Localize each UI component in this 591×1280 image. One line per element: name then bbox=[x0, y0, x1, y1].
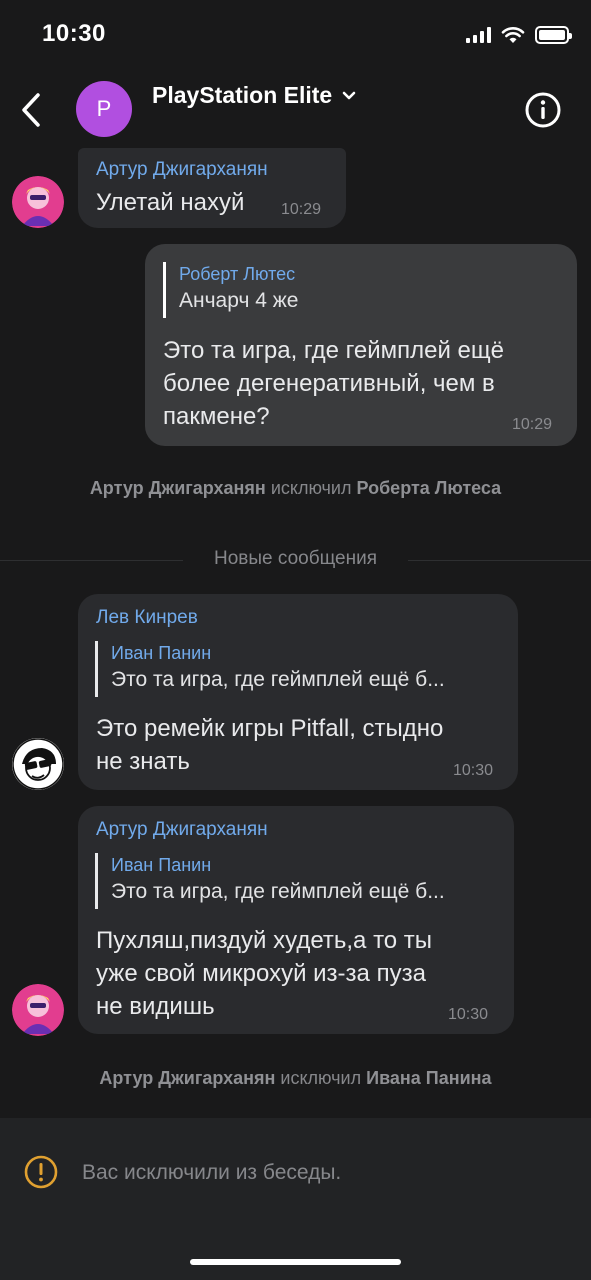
chat-footer: Вас исключили из беседы. bbox=[0, 1118, 591, 1280]
reply-text: Это та игра, где геймплей ещё б... bbox=[111, 668, 445, 691]
message-bubble[interactable]: Артур Джигарханян Улетай нахуй 10:29 bbox=[78, 148, 346, 228]
message-time: 10:29 bbox=[281, 201, 322, 218]
reply-quote[interactable]: Иван Панин Это та игра, где геймплей ещё… bbox=[95, 641, 500, 697]
message-bubble-outgoing[interactable]: Роберт Лютес Анчарч 4 же Это та игра, гд… bbox=[145, 244, 577, 446]
status-time: 10:30 bbox=[42, 20, 106, 47]
sender-name[interactable]: Артур Джигарханян bbox=[96, 159, 268, 181]
chat-title[interactable]: PlayStation Elite bbox=[152, 82, 356, 109]
status-bar: 10:30 bbox=[0, 0, 591, 70]
chat-title-text: PlayStation Elite bbox=[152, 82, 333, 108]
sunglasses-avatar-icon[interactable] bbox=[12, 738, 64, 790]
reply-author: Роберт Лютес bbox=[179, 264, 296, 284]
chevron-left-icon bbox=[22, 93, 40, 127]
service-message: Артур Джигарханян исключил Роберта Лютес… bbox=[89, 478, 502, 498]
message-time: 10:30 bbox=[453, 762, 494, 779]
reply-text: Анчарч 4 же bbox=[179, 289, 299, 312]
message-bubble[interactable]: Артур Джигарханян Иван Панин Это та игра… bbox=[78, 806, 514, 1034]
chat-header: P PlayStation Elite bbox=[0, 72, 591, 148]
message-bubble[interactable]: Лев Кинрев Иван Панин Это та игра, где г… bbox=[78, 594, 518, 790]
message-feed[interactable]: Артур Джигарханян Улетай нахуй 10:29 Роб… bbox=[0, 148, 591, 1118]
battery-icon bbox=[535, 26, 572, 44]
sender-name[interactable]: Лев Кинрев bbox=[96, 607, 198, 629]
pink-avatar-icon[interactable] bbox=[12, 984, 64, 1036]
info-icon[interactable] bbox=[523, 90, 563, 130]
chevron-down-icon bbox=[342, 91, 356, 99]
pink-avatar-icon[interactable] bbox=[12, 176, 64, 228]
signal-icon bbox=[466, 27, 491, 43]
service-message: Артур Джигарханян исключил Ивана Панина bbox=[99, 1068, 492, 1088]
reply-author: Иван Панин bbox=[111, 643, 212, 663]
reply-author: Иван Панин bbox=[111, 855, 212, 875]
new-messages-divider: Новые сообщения bbox=[0, 546, 591, 576]
removed-notice: Вас исключили из беседы. bbox=[82, 1161, 342, 1184]
sender-name[interactable]: Артур Джигарханян bbox=[96, 819, 268, 841]
chat-avatar[interactable]: P bbox=[76, 81, 132, 137]
message-text: Это ремейк игры Pitfall, стыдно не знать bbox=[96, 715, 444, 775]
warning-icon bbox=[24, 1155, 58, 1189]
status-icons bbox=[466, 26, 572, 44]
reply-text: Это та игра, где геймплей ещё б... bbox=[111, 880, 445, 903]
reply-quote[interactable]: Иван Панин Это та игра, где геймплей ещё… bbox=[95, 853, 497, 909]
reply-quote[interactable]: Роберт Лютес Анчарч 4 же bbox=[163, 262, 553, 318]
wifi-icon bbox=[501, 27, 525, 43]
message-text: Это та игра, где геймплей ещё более деге… bbox=[163, 337, 504, 430]
message-text: Пухляш,пиздуй худеть,а то ты уже свой ми… bbox=[96, 927, 433, 1020]
message-time: 10:30 bbox=[448, 1006, 489, 1023]
message-text: Улетай нахуй bbox=[96, 189, 245, 216]
message-time: 10:29 bbox=[512, 416, 553, 433]
home-indicator[interactable] bbox=[190, 1259, 401, 1265]
back-button[interactable] bbox=[16, 90, 46, 130]
